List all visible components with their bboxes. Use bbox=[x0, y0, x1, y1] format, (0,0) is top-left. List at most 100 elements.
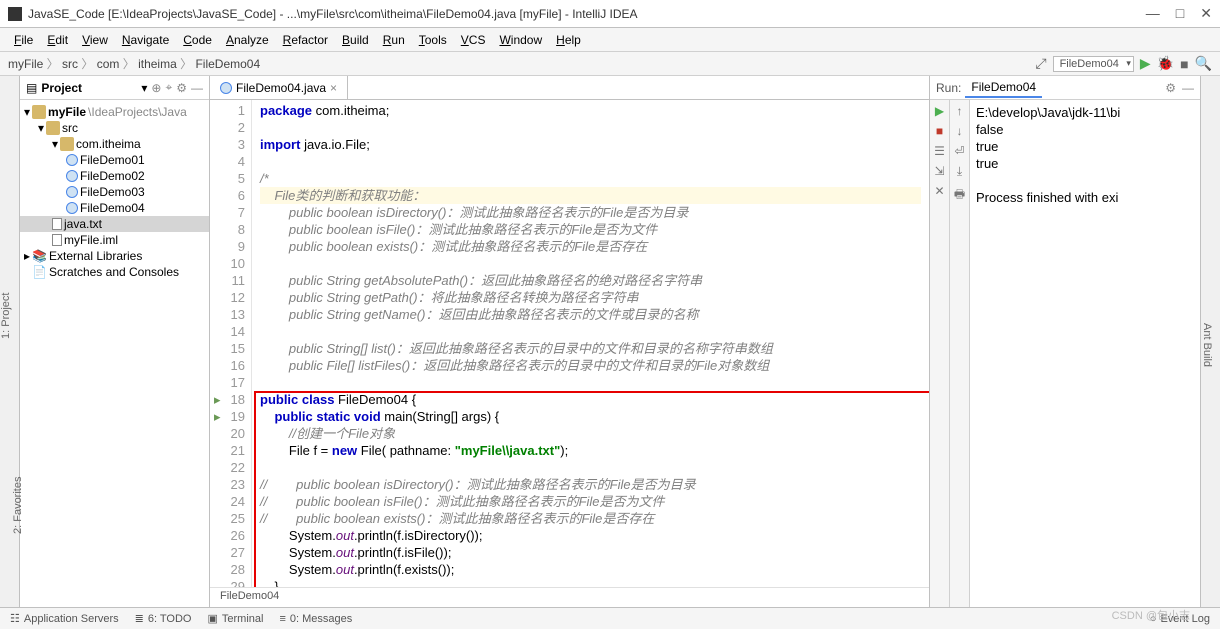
code-line[interactable]: public File[] listFiles()：返回此抽象路径名表示的目录中… bbox=[260, 357, 921, 374]
settings-icon[interactable]: ⚙ bbox=[176, 81, 187, 95]
pin-icon[interactable]: ⇲ bbox=[934, 164, 944, 178]
external-libraries[interactable]: ▸📚External Libraries bbox=[20, 248, 209, 264]
code-line[interactable]: // public boolean isDirectory()：测试此抽象路径名… bbox=[260, 476, 921, 493]
tab-ant[interactable]: Ant Build bbox=[1201, 84, 1213, 607]
menu-run[interactable]: Run bbox=[377, 31, 411, 49]
code-line[interactable] bbox=[260, 153, 921, 170]
right-toolwindow-bar: Ant Build Database Maven Projects 4: Run… bbox=[1200, 76, 1220, 607]
code-line[interactable]: System.out.println(f.exists()); bbox=[260, 561, 921, 578]
tree-item-java-txt[interactable]: java.txt bbox=[20, 216, 209, 232]
run-settings-icon[interactable]: ⚙ bbox=[1165, 81, 1176, 95]
menu-file[interactable]: File bbox=[8, 31, 39, 49]
menu-view[interactable]: View bbox=[76, 31, 114, 49]
breadcrumb-item[interactable]: com bbox=[93, 57, 119, 71]
code-line[interactable]: System.out.println(f.isDirectory()); bbox=[260, 527, 921, 544]
code-line[interactable]: public class FileDemo04 { bbox=[260, 391, 921, 408]
scratches-consoles[interactable]: 📄Scratches and Consoles bbox=[20, 264, 209, 280]
down-icon[interactable]: ↓ bbox=[957, 124, 963, 138]
run-config-dropdown[interactable]: FileDemo04 bbox=[1053, 56, 1134, 72]
close-run-icon[interactable]: ✕ bbox=[934, 184, 944, 198]
code-line[interactable] bbox=[260, 459, 921, 476]
up-icon[interactable]: ↑ bbox=[957, 104, 963, 118]
code-line[interactable] bbox=[260, 119, 921, 136]
code-line[interactable]: public String getAbsolutePath()：返回此抽象路径名… bbox=[260, 272, 921, 289]
scroll-icon[interactable]: ⤓ bbox=[957, 164, 962, 179]
menu-analyze[interactable]: Analyze bbox=[220, 31, 275, 49]
editor-body[interactable]: 1234567891011121314151617181920212223242… bbox=[210, 100, 929, 587]
code-line[interactable]: import java.io.File; bbox=[260, 136, 921, 153]
close-button[interactable]: ✕ bbox=[1200, 5, 1212, 22]
print-icon[interactable]: 🖶 bbox=[954, 185, 965, 206]
menu-refactor[interactable]: Refactor bbox=[277, 31, 334, 49]
code-line[interactable]: public String getName()：返回由此抽象路径名表示的文件或目… bbox=[260, 306, 921, 323]
menu-vcs[interactable]: VCS bbox=[455, 31, 492, 49]
run-tab[interactable]: FileDemo04 bbox=[965, 78, 1042, 98]
breadcrumb-item[interactable]: myFile bbox=[8, 57, 43, 71]
code-line[interactable]: // public boolean exists()：测试此抽象路径名表示的Fi… bbox=[260, 510, 921, 527]
code-line[interactable]: public boolean exists()：测试此抽象路径名表示的File是… bbox=[260, 238, 921, 255]
breadcrumb-item[interactable]: itheima bbox=[135, 57, 177, 71]
code-line[interactable]: public static void main(String[] args) { bbox=[260, 408, 921, 425]
tab-messages[interactable]: ≡ 0: Messages bbox=[279, 613, 352, 625]
wrap-icon[interactable]: ⏎ bbox=[954, 144, 964, 158]
menu-code[interactable]: Code bbox=[177, 31, 218, 49]
debug-icon[interactable]: 🐞 bbox=[1157, 55, 1174, 72]
stop-icon[interactable]: ■ bbox=[1180, 56, 1188, 72]
tab-todo[interactable]: ≣ 6: TODO bbox=[135, 612, 192, 625]
breadcrumb-item[interactable]: src bbox=[59, 57, 78, 71]
menu-tools[interactable]: Tools bbox=[413, 31, 453, 49]
code-line[interactable]: public String[] list()：返回此抽象路径名表示的目录中的文件… bbox=[260, 340, 921, 357]
code-line[interactable] bbox=[260, 374, 921, 391]
layout-icon[interactable]: ☰ bbox=[934, 144, 945, 158]
code-area[interactable]: package com.itheima; import java.io.File… bbox=[252, 100, 929, 587]
tab-project[interactable]: 1: Project bbox=[0, 84, 12, 547]
tree-item-FileDemo01[interactable]: FileDemo01 bbox=[20, 152, 209, 168]
minimize-button[interactable]: — bbox=[1146, 5, 1160, 22]
menu-edit[interactable]: Edit bbox=[41, 31, 74, 49]
tree-item-com-itheima[interactable]: ▾com.itheima bbox=[20, 136, 209, 152]
code-line[interactable]: File类的判断和获取功能： bbox=[260, 187, 921, 204]
run-label: Run: bbox=[936, 81, 961, 95]
breadcrumb-item[interactable]: FileDemo04 bbox=[192, 57, 260, 71]
code-line[interactable]: public boolean isFile()：测试此抽象路径名表示的File是… bbox=[260, 221, 921, 238]
code-line[interactable] bbox=[260, 323, 921, 340]
hide-icon[interactable]: — bbox=[191, 81, 203, 95]
tree-item-FileDemo03[interactable]: FileDemo03 bbox=[20, 184, 209, 200]
run-icon[interactable]: ▶ bbox=[1140, 55, 1151, 72]
menu-navigate[interactable]: Navigate bbox=[116, 31, 175, 49]
tree-item-FileDemo04[interactable]: FileDemo04 bbox=[20, 200, 209, 216]
editor-tab[interactable]: FileDemo04.java × bbox=[210, 76, 348, 99]
tree-item-FileDemo02[interactable]: FileDemo02 bbox=[20, 168, 209, 184]
tab-terminal[interactable]: ▣ Terminal bbox=[207, 612, 263, 625]
code-line[interactable]: public boolean isDirectory()：测试此抽象路径名表示的… bbox=[260, 204, 921, 221]
code-line[interactable]: } bbox=[260, 578, 921, 587]
editor-breadcrumb[interactable]: FileDemo04 bbox=[210, 587, 929, 607]
code-line[interactable]: File f = new File( pathname: "myFile\\ja… bbox=[260, 442, 921, 459]
search-icon[interactable]: 🔍 bbox=[1195, 55, 1212, 72]
code-line[interactable] bbox=[260, 255, 921, 272]
menu-window[interactable]: Window bbox=[493, 31, 548, 49]
console-output[interactable]: E:\develop\Java\jdk-11\bifalsetruetrue P… bbox=[970, 100, 1200, 607]
code-line[interactable]: System.out.println(f.isFile()); bbox=[260, 544, 921, 561]
collapse-icon[interactable]: ⊕ bbox=[151, 81, 161, 95]
tab-app-servers[interactable]: ☷ Application Servers bbox=[10, 612, 119, 625]
close-tab-icon[interactable]: × bbox=[330, 81, 337, 95]
code-line[interactable]: /* bbox=[260, 170, 921, 187]
tree-item-myFile-iml[interactable]: myFile.iml bbox=[20, 232, 209, 248]
tree-root[interactable]: ▾ myFile \IdeaProjects\Java bbox=[20, 104, 209, 120]
code-line[interactable]: public String getPath()：将此抽象路径名转换为路径名字符串 bbox=[260, 289, 921, 306]
code-line[interactable]: package com.itheima; bbox=[260, 102, 921, 119]
run-hide-icon[interactable]: — bbox=[1182, 81, 1194, 95]
stop-run-icon[interactable]: ■ bbox=[936, 124, 943, 138]
menu-build[interactable]: Build bbox=[336, 31, 375, 49]
build-icon[interactable]: ⤢ bbox=[1035, 55, 1046, 72]
maximize-button[interactable]: □ bbox=[1176, 5, 1184, 22]
code-line[interactable]: //创建一个File对象 bbox=[260, 425, 921, 442]
tree-item-src[interactable]: ▾src bbox=[20, 120, 209, 136]
rerun-icon[interactable]: ▶ bbox=[935, 104, 944, 118]
code-line[interactable]: // public boolean isFile()：测试此抽象路径名表示的Fi… bbox=[260, 493, 921, 510]
console-line: true bbox=[976, 155, 1194, 172]
select-opened-icon[interactable]: ⌖ bbox=[165, 80, 172, 95]
tab-favorites[interactable]: 2: Favorites bbox=[12, 404, 24, 607]
menu-help[interactable]: Help bbox=[550, 31, 587, 49]
